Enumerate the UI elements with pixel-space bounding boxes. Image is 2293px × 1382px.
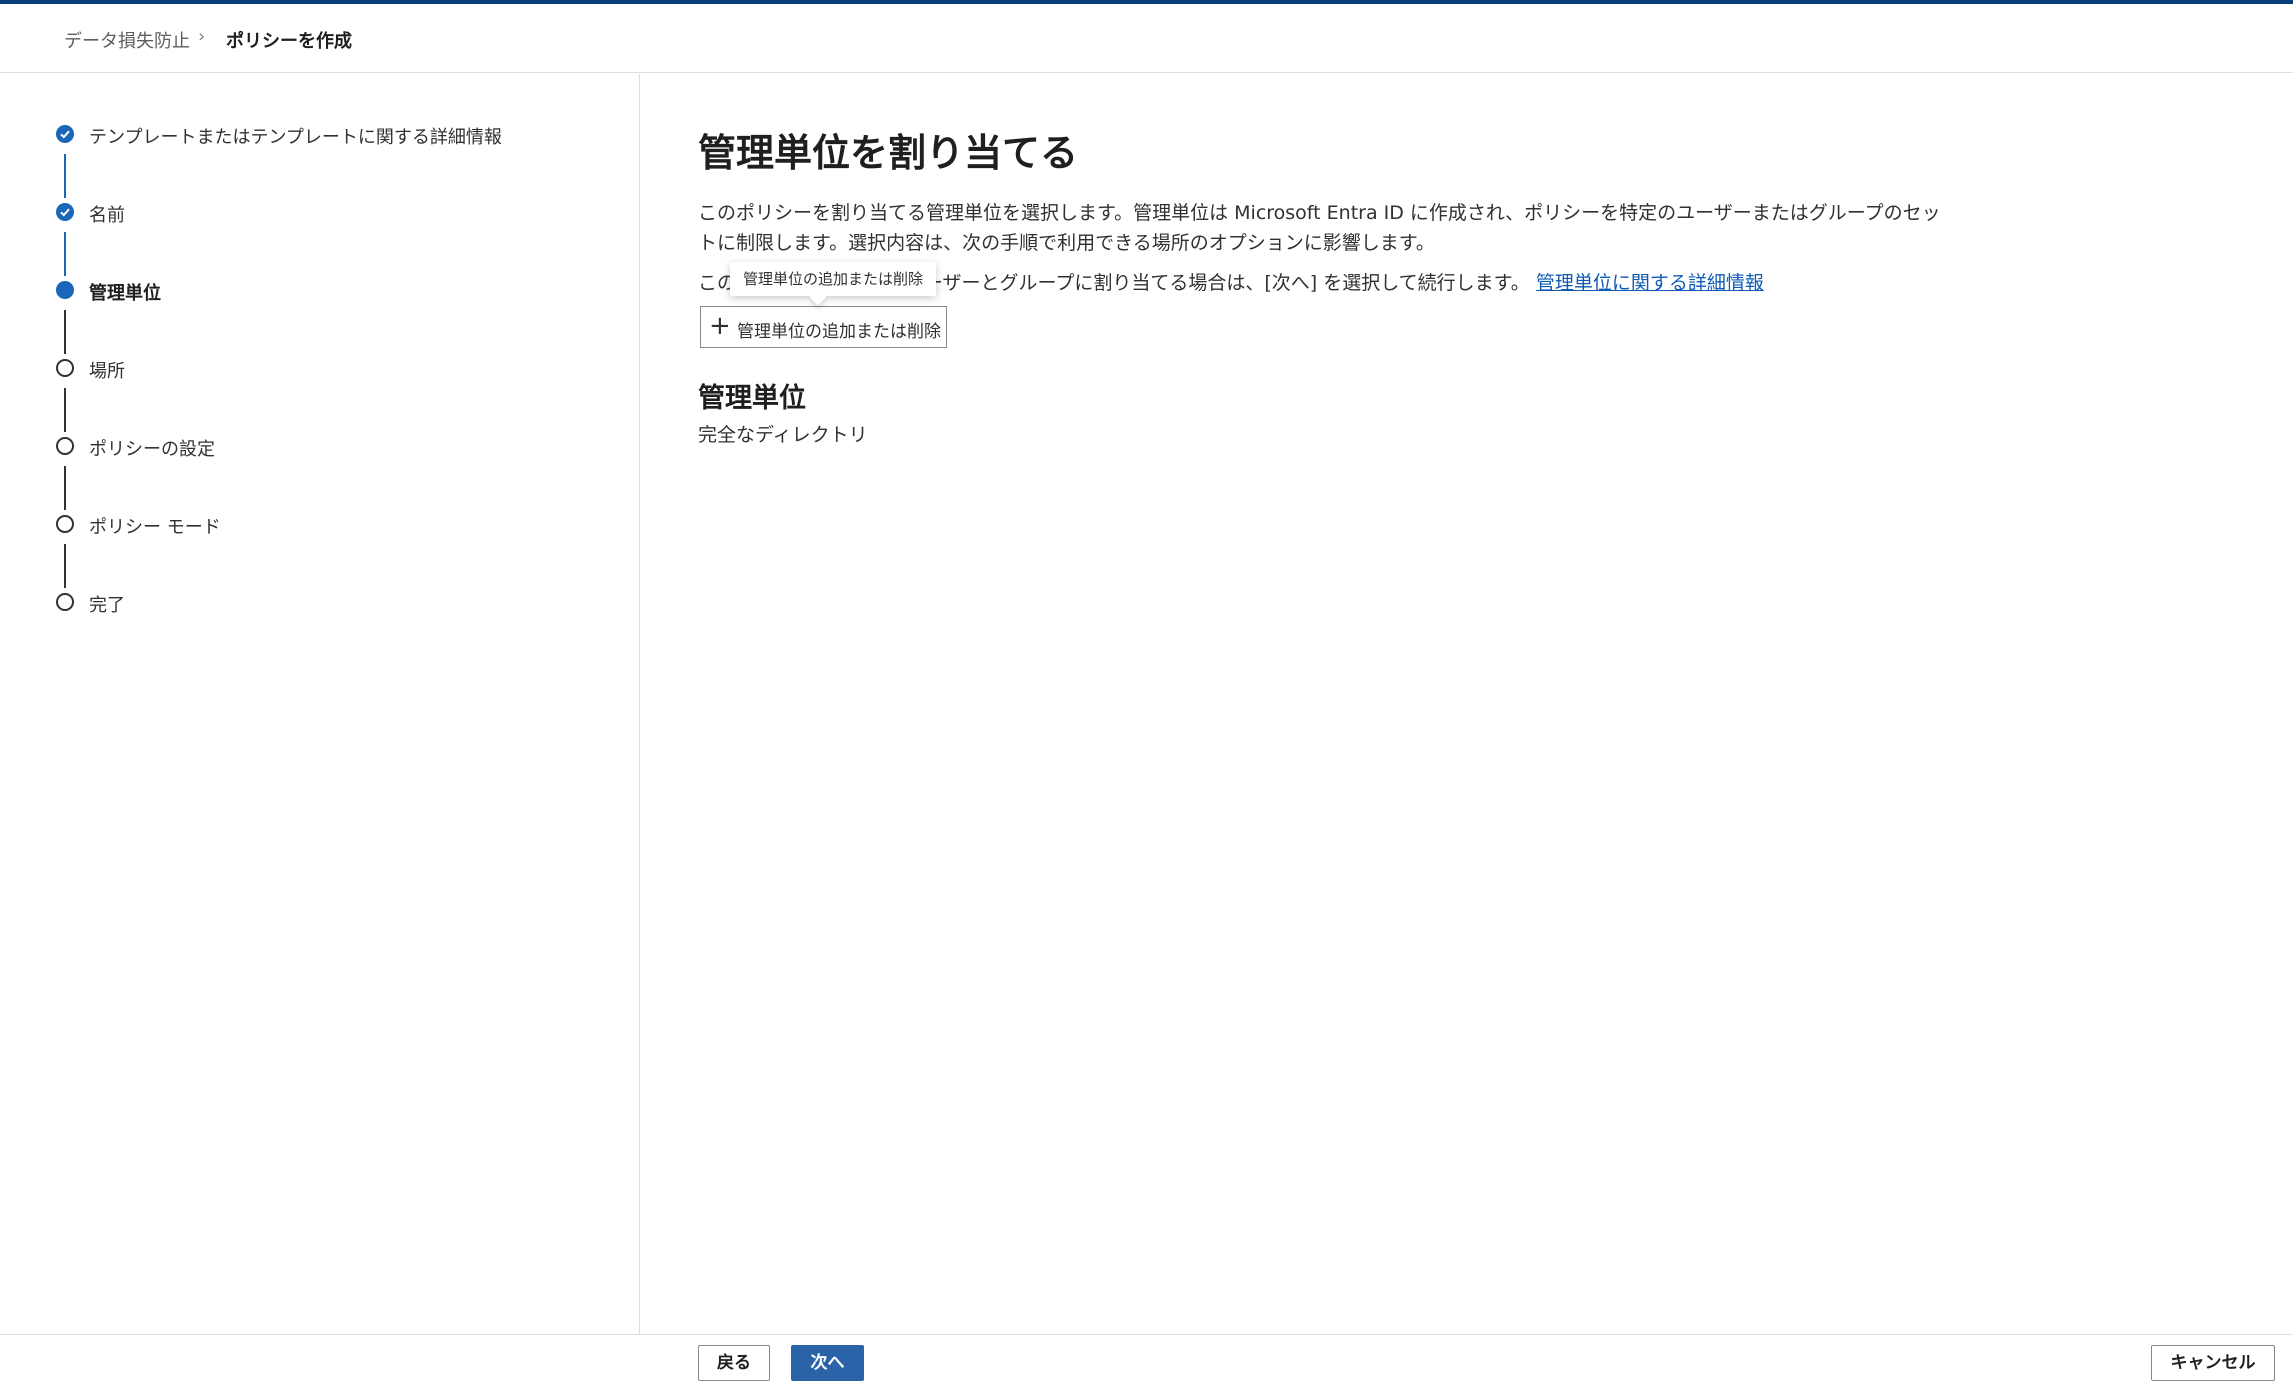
cancel-button[interactable]: キャンセル [2151,1345,2275,1381]
step-name[interactable]: 名前 [0,198,620,228]
admin-units-heading: 管理単位 [698,383,806,414]
checkmark-icon [56,125,74,143]
breadcrumb: データ損失防止 › ポリシーを作成 [0,4,2293,73]
step-connector [64,388,66,432]
step-label: ポリシーの設定 [89,439,215,460]
step-label: 管理単位 [89,283,161,304]
step-policy-mode: ポリシー モード [0,510,620,540]
main-content: 管理単位を割り当てる このポリシーを割り当てる管理単位を選択します。管理単位は … [640,74,2293,1334]
step-policy-settings: ポリシーの設定 [0,432,620,462]
current-step-dot-icon [56,281,74,299]
empty-circle-icon [56,593,74,611]
page-title: 管理単位を割り当てる [698,131,1079,175]
empty-circle-icon [56,515,74,533]
step-template[interactable]: テンプレートまたはテンプレートに関する詳細情報 [0,120,620,150]
breadcrumb-item-dlp[interactable]: データ損失防止 [64,27,190,53]
learn-more-link[interactable]: 管理単位に関する詳細情報 [1536,272,1764,294]
step-label: 完了 [89,595,125,616]
step-label: テンプレートまたはテンプレートに関する詳細情報 [89,127,502,148]
back-button[interactable]: 戻る [698,1345,770,1381]
plus-icon: + [709,311,731,341]
step-connector [64,232,66,276]
step-label: 名前 [89,205,125,226]
step-connector [64,466,66,510]
step-label: 場所 [89,361,125,382]
chevron-right-icon: › [198,26,206,47]
step-connector [64,544,66,588]
empty-circle-icon [56,437,74,455]
step-finish: 完了 [0,588,620,618]
wizard-steps-panel: テンプレートまたはテンプレートに関する詳細情報 名前 管理単位 場所 ポリシーの… [0,74,640,1334]
tooltip: 管理単位の追加または削除 [730,262,937,296]
description-text: このポリシーを割り当てる管理単位を選択します。管理単位は Microsoft E… [698,202,1941,254]
step-locations: 場所 [0,354,620,384]
admin-units-value: 完全なディレクトリ [698,424,868,446]
checkmark-icon [56,203,74,221]
next-button[interactable]: 次へ [791,1345,864,1381]
step-label: ポリシー モード [89,517,221,538]
step-connector [64,154,66,198]
breadcrumb-item-create-policy: ポリシーを作成 [226,31,352,52]
step-connector [64,310,66,354]
add-button-label: 管理単位の追加または削除 [737,322,941,342]
add-or-remove-admin-units-button[interactable]: + 管理単位の追加または削除 [700,306,947,348]
step-admin-units[interactable]: 管理単位 [0,276,620,306]
footer-bar: 戻る 次へ キャンセル [0,1334,2293,1382]
empty-circle-icon [56,359,74,377]
